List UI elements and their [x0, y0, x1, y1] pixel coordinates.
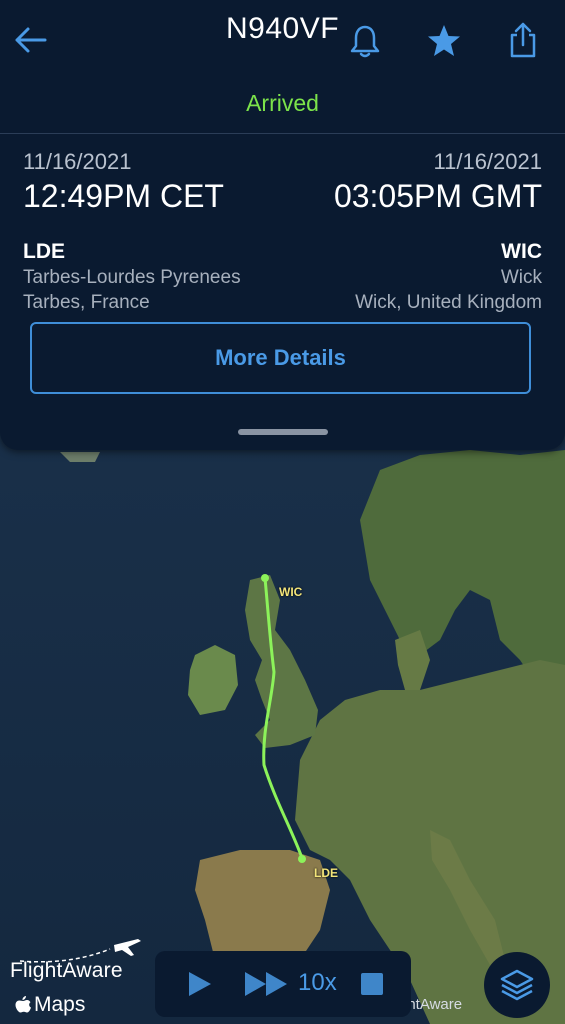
arrival-info: 11/16/2021 03:05PM GMT WIC Wick Wick, Un… [260, 148, 542, 315]
playback-controls: 10x [155, 951, 411, 1017]
flight-ident-title: N940VF [225, 12, 340, 45]
map-layers-button[interactable] [484, 952, 550, 1018]
alert-button[interactable] [343, 19, 387, 63]
layers-icon [500, 969, 534, 1001]
origin-marker [298, 855, 306, 863]
favorite-button[interactable] [422, 19, 466, 63]
more-details-button[interactable]: More Details [30, 322, 531, 394]
arrival-time: 03:05PM GMT [333, 178, 542, 214]
apple-maps-credit[interactable]: Maps [14, 993, 85, 1017]
star-icon [428, 25, 460, 56]
flight-summary-panel: N940VF Arrived 11/16/2021 12:49PM CET LD… [0, 0, 565, 450]
fast-forward-icon [245, 972, 287, 996]
flight-status: Arrived [246, 90, 319, 116]
panel-drag-handle[interactable] [238, 429, 328, 435]
arrival-city: Wick, United Kingdom [355, 292, 542, 313]
arrival-airport-code: WIC [501, 240, 542, 263]
arrival-date: 11/16/2021 [433, 149, 542, 174]
destination-airport-label[interactable]: WIC [279, 585, 302, 599]
flightaware-logo: FlightAware [10, 935, 150, 985]
fast-forward-button[interactable] [243, 970, 291, 1003]
apple-icon [15, 996, 31, 1013]
header-divider [0, 133, 565, 134]
stop-button[interactable] [361, 973, 383, 995]
playback-speed[interactable]: 10x [298, 969, 337, 997]
arrival-airport-name: Wick [500, 267, 542, 288]
maps-credit-text: Maps [34, 993, 86, 1016]
origin-airport-label[interactable]: LDE [314, 866, 338, 880]
destination-marker [261, 574, 269, 582]
play-button[interactable] [185, 970, 213, 1003]
top-bar: N940VF [0, 0, 565, 80]
share-button[interactable] [501, 18, 545, 62]
bell-icon [350, 25, 380, 58]
flightaware-logo-text: FlightAware [10, 959, 123, 982]
share-icon [510, 22, 536, 58]
play-icon [189, 972, 211, 996]
